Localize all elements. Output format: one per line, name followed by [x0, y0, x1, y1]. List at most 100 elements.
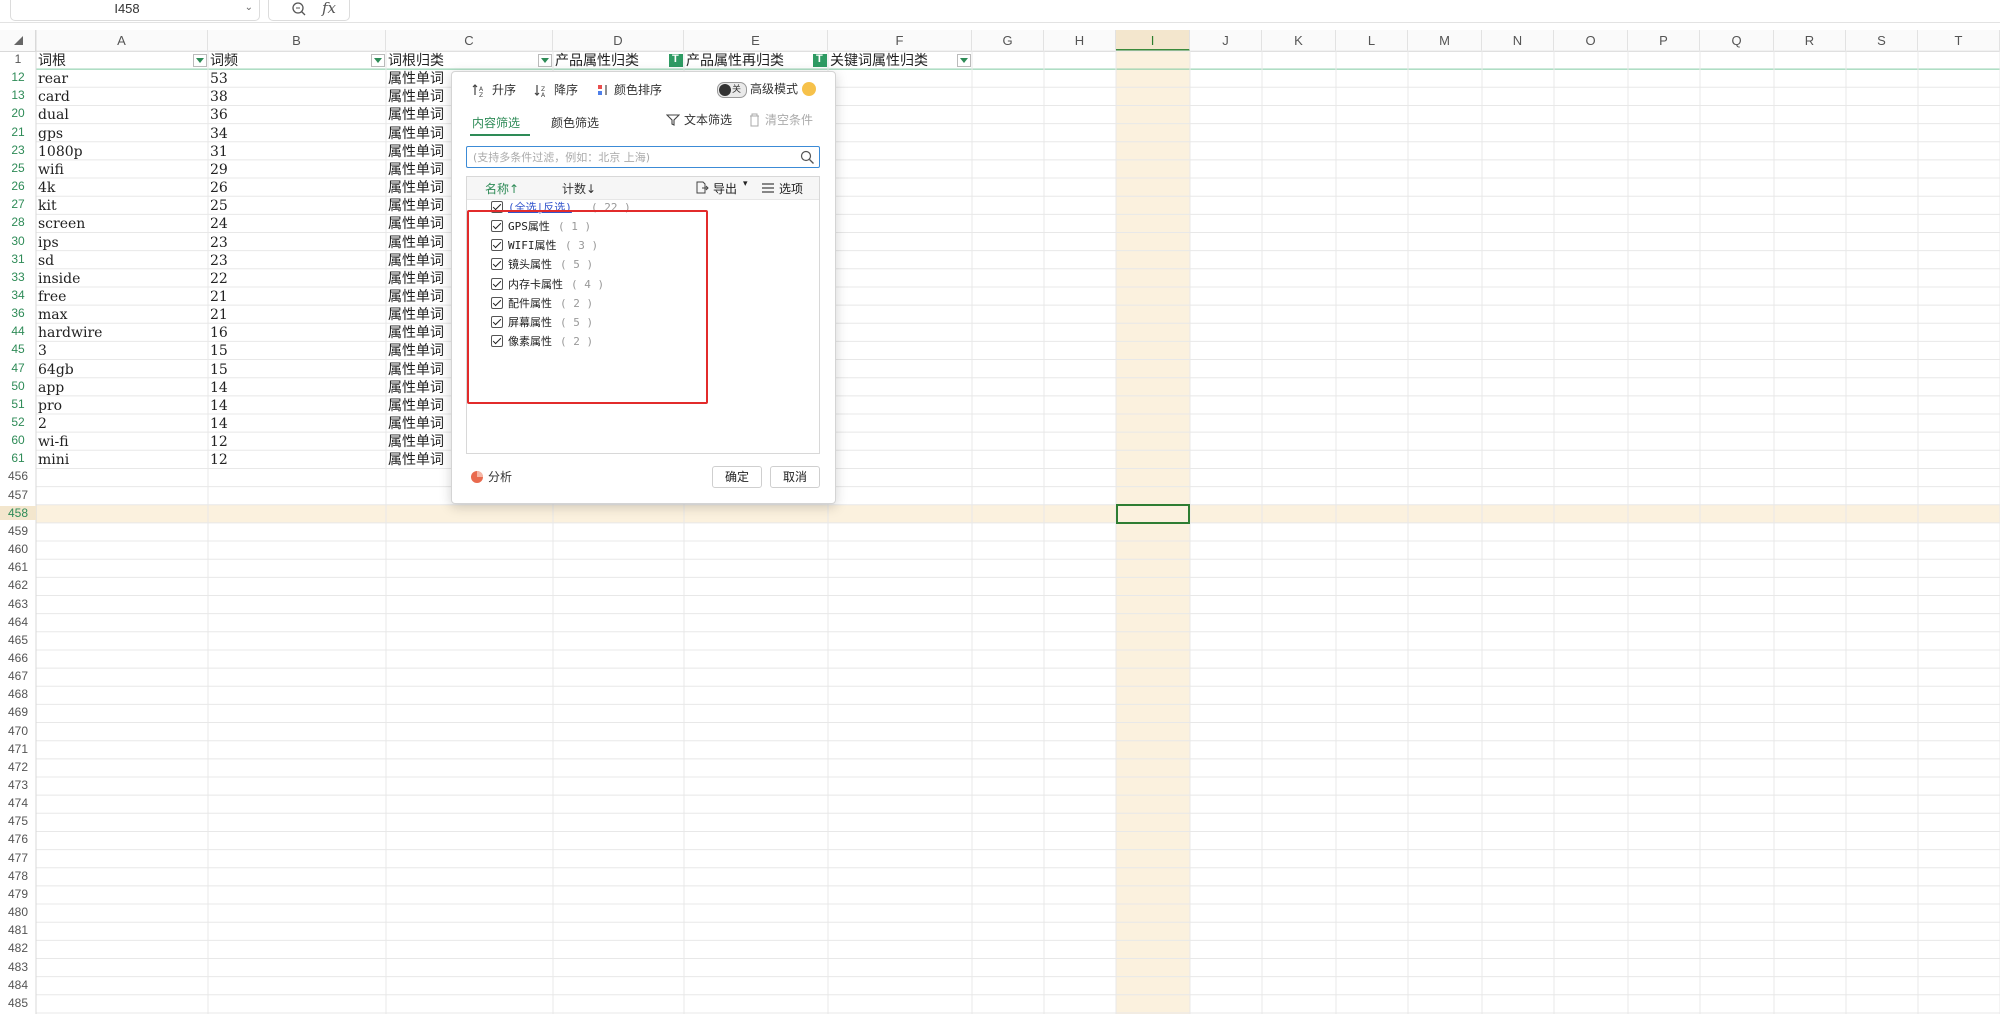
table-cell[interactable]: 53 — [208, 70, 386, 88]
table-cell[interactable]: card — [36, 88, 208, 106]
table-cell[interactable]: 15 — [208, 342, 386, 360]
table-cell[interactable]: dual — [36, 106, 208, 124]
row-number[interactable]: 60 — [0, 433, 36, 447]
header-cell[interactable]: 词根 — [36, 52, 190, 70]
row-number[interactable]: 1 — [0, 52, 36, 66]
row-number[interactable]: 12 — [0, 70, 36, 84]
table-cell[interactable]: 21 — [208, 288, 386, 306]
table-cell[interactable]: gps — [36, 125, 208, 143]
row-number[interactable]: 477 — [0, 851, 36, 865]
header-cell[interactable]: 产品属性归类 — [553, 52, 666, 70]
table-cell[interactable]: 23 — [208, 234, 386, 252]
table-cell[interactable]: 34 — [208, 125, 386, 143]
table-cell[interactable]: screen — [36, 215, 208, 233]
table-cell[interactable]: 31 — [208, 143, 386, 161]
table-cell[interactable]: 16 — [208, 324, 386, 342]
row-number[interactable]: 473 — [0, 778, 36, 792]
row-number[interactable]: 466 — [0, 651, 36, 665]
row-number[interactable]: 474 — [0, 796, 36, 810]
tab-content-filter[interactable]: 内容筛选 — [472, 114, 520, 131]
row-number[interactable]: 480 — [0, 905, 36, 919]
row-number[interactable]: 47 — [0, 361, 36, 375]
row-number[interactable]: 44 — [0, 324, 36, 338]
header-cell[interactable]: 词频 — [208, 52, 368, 70]
table-cell[interactable]: 14 — [208, 415, 386, 433]
selected-cell[interactable] — [1116, 504, 1190, 524]
table-cell[interactable]: 12 — [208, 451, 386, 469]
table-cell[interactable]: hardwire — [36, 324, 208, 342]
tab-color-filter[interactable]: 颜色筛选 — [551, 114, 599, 131]
row-number[interactable]: 25 — [0, 161, 36, 175]
table-cell[interactable]: 12 — [208, 433, 386, 451]
table-cell[interactable]: wi-fi — [36, 433, 208, 451]
table-cell[interactable]: 36 — [208, 106, 386, 124]
row-number[interactable]: 26 — [0, 179, 36, 193]
table-cell[interactable]: pro — [36, 397, 208, 415]
table-cell[interactable]: kit — [36, 197, 208, 215]
row-number[interactable]: 36 — [0, 306, 36, 320]
row-number[interactable]: 45 — [0, 342, 36, 356]
row-number[interactable]: 28 — [0, 215, 36, 229]
row-number[interactable]: 21 — [0, 125, 36, 139]
row-number[interactable]: 470 — [0, 724, 36, 738]
row-number[interactable]: 61 — [0, 451, 36, 465]
table-cell[interactable]: free — [36, 288, 208, 306]
row-number[interactable]: 50 — [0, 379, 36, 393]
row-number[interactable]: 485 — [0, 996, 36, 1010]
row-number[interactable]: 460 — [0, 542, 36, 556]
table-cell[interactable]: 24 — [208, 215, 386, 233]
row-number[interactable]: 482 — [0, 941, 36, 955]
filter-dropdown-icon[interactable] — [957, 54, 971, 67]
table-cell[interactable]: sd — [36, 252, 208, 270]
table-cell[interactable]: 3 — [36, 342, 208, 360]
row-number[interactable]: 469 — [0, 705, 36, 719]
row-number[interactable]: 51 — [0, 397, 36, 411]
row-number[interactable]: 34 — [0, 288, 36, 302]
row-number[interactable]: 52 — [0, 415, 36, 429]
advanced-mode-toggle[interactable]: 关 — [717, 82, 747, 98]
table-cell[interactable]: 15 — [208, 361, 386, 379]
header-cell[interactable]: 词根归类 — [386, 52, 535, 70]
table-cell[interactable]: ips — [36, 234, 208, 252]
filter-active-icon[interactable] — [669, 53, 683, 67]
filter-dropdown-icon[interactable] — [371, 54, 385, 67]
table-cell[interactable]: inside — [36, 270, 208, 288]
row-number[interactable]: 467 — [0, 669, 36, 683]
table-cell[interactable]: mini — [36, 451, 208, 469]
row-number[interactable]: 472 — [0, 760, 36, 774]
row-number[interactable]: 483 — [0, 960, 36, 974]
ok-button[interactable]: 确定 — [712, 466, 762, 488]
table-cell[interactable]: 38 — [208, 88, 386, 106]
row-number[interactable]: 457 — [0, 488, 36, 502]
header-cell[interactable]: 关键词属性归类 — [828, 52, 954, 70]
row-number[interactable]: 481 — [0, 923, 36, 937]
table-cell[interactable]: 22 — [208, 270, 386, 288]
row-number[interactable]: 13 — [0, 88, 36, 102]
cancel-button[interactable]: 取消 — [770, 466, 820, 488]
row-number[interactable]: 23 — [0, 143, 36, 157]
row-number[interactable]: 458 — [0, 505, 36, 520]
table-cell[interactable]: 4k — [36, 179, 208, 197]
row-number[interactable]: 484 — [0, 978, 36, 992]
filter-active-icon[interactable] — [813, 53, 827, 67]
row-number[interactable]: 461 — [0, 560, 36, 574]
row-number[interactable]: 465 — [0, 633, 36, 647]
row-number[interactable]: 20 — [0, 106, 36, 120]
table-cell[interactable]: app — [36, 379, 208, 397]
table-cell[interactable]: wifi — [36, 161, 208, 179]
row-number[interactable]: 456 — [0, 469, 36, 483]
search-icon[interactable] — [800, 150, 815, 165]
filter-dropdown-icon[interactable] — [193, 54, 207, 67]
table-cell[interactable]: 29 — [208, 161, 386, 179]
row-number[interactable]: 31 — [0, 252, 36, 266]
table-cell[interactable]: 2 — [36, 415, 208, 433]
row-number[interactable]: 33 — [0, 270, 36, 284]
filter-dropdown-icon[interactable] — [538, 54, 552, 67]
table-cell[interactable]: 25 — [208, 197, 386, 215]
table-cell[interactable]: 21 — [208, 306, 386, 324]
table-cell[interactable]: 1080p — [36, 143, 208, 161]
table-cell[interactable]: 23 — [208, 252, 386, 270]
table-cell[interactable]: rear — [36, 70, 208, 88]
header-cell[interactable]: 产品属性再归类 — [684, 52, 810, 70]
table-cell[interactable]: 26 — [208, 179, 386, 197]
